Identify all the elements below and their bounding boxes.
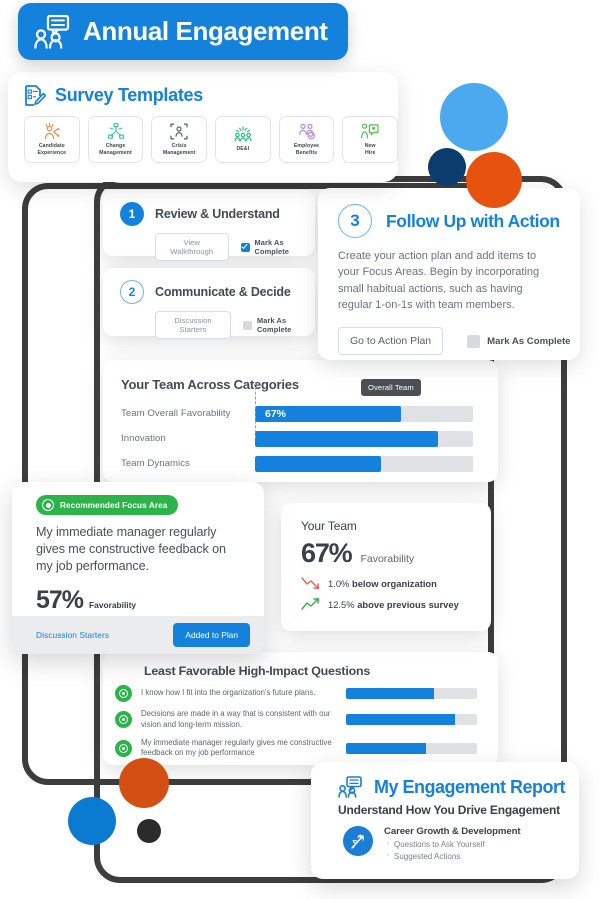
report-bullet: Questions to Ask Yourself bbox=[384, 837, 520, 849]
template-dei[interactable]: DE&I bbox=[215, 116, 271, 163]
template-label: Candidate Experience bbox=[37, 142, 67, 156]
template-employee-benefits[interactable]: Employee Benefits bbox=[278, 116, 335, 163]
recommended-focus-area-card: Recommended Focus Area My immediate mana… bbox=[12, 482, 264, 654]
report-bullet: Suggested Actions bbox=[384, 849, 520, 861]
survey-templates-header: Survey Templates bbox=[8, 72, 398, 107]
change-management-icon bbox=[107, 122, 124, 139]
stat-value: 12.5% bbox=[328, 599, 355, 610]
engagement-report-list: Career Growth & Development Questions to… bbox=[384, 826, 521, 861]
document-checklist-pencil-icon bbox=[25, 85, 46, 106]
mark-complete-label: Mark As Complete bbox=[487, 335, 571, 347]
template-crisis-management[interactable]: Crisis Management bbox=[151, 116, 208, 163]
template-label: Change Management bbox=[99, 142, 132, 156]
decorative-circle-dark-bottom bbox=[137, 819, 161, 843]
screenshot-stage: Your Team Across Categories Team Overall… bbox=[0, 0, 599, 899]
stat-text: 12.5% above previous survey bbox=[328, 599, 459, 610]
engagement-report-subtitle: Understand How You Drive Engagement bbox=[338, 803, 560, 817]
stat-desc: below organization bbox=[351, 578, 437, 589]
focus-score: 57% bbox=[36, 586, 84, 615]
page-title-pill: Annual Engagement bbox=[18, 3, 348, 60]
page-title: Annual Engagement bbox=[83, 16, 328, 46]
template-label: Crisis Management bbox=[162, 142, 196, 156]
people-speech-bubble-icon bbox=[338, 776, 362, 798]
dei-icon bbox=[234, 126, 252, 142]
candidate-experience-icon bbox=[44, 122, 60, 139]
recommended-focus-badge: Recommended Focus Area bbox=[36, 495, 179, 515]
focus-score-row: 57% Favorability bbox=[12, 575, 264, 615]
decorative-circle-navy bbox=[428, 148, 466, 186]
decorative-circle-orange-bottom bbox=[119, 758, 169, 808]
report-section-title: Career Growth & Development bbox=[384, 826, 521, 837]
focus-question: My immediate manager regularly gives me … bbox=[36, 525, 226, 574]
engagement-report-title: My Engagement Report bbox=[374, 776, 566, 797]
engagement-report-section: Career Growth & Development Questions to… bbox=[311, 817, 579, 861]
template-label: Employee Benefits bbox=[293, 142, 320, 156]
trend-down-icon bbox=[301, 577, 320, 590]
step-3-card: 3 Follow Up with Action Create your acti… bbox=[318, 188, 580, 360]
step-3-header: 3 Follow Up with Action bbox=[318, 188, 580, 238]
decorative-circle-blue-bottom bbox=[68, 797, 116, 845]
template-new-hire[interactable]: New Hire bbox=[342, 116, 399, 163]
survey-templates-title: Survey Templates bbox=[55, 85, 203, 105]
stat-above-previous-survey: 12.5% above previous survey bbox=[281, 590, 491, 611]
growth-plant-glyph bbox=[350, 833, 364, 849]
new-hire-icon bbox=[361, 123, 379, 139]
discussion-starters-link[interactable]: Discussion Starters bbox=[36, 630, 109, 640]
your-team-score-row: 67% Favorability bbox=[281, 533, 491, 569]
badge-label: Recommended Focus Area bbox=[60, 500, 168, 510]
template-change-management[interactable]: Change Management bbox=[87, 116, 144, 163]
template-label: New Hire bbox=[364, 142, 376, 156]
step-3-actions: Go to Action Plan Mark As Complete bbox=[318, 313, 580, 356]
your-team-score: 67% bbox=[301, 538, 353, 568]
step-3-body: Create your action plan and add items to… bbox=[338, 250, 540, 311]
decorative-circle-light-blue bbox=[440, 83, 508, 151]
checkbox-unchecked-icon[interactable] bbox=[467, 334, 481, 348]
your-team-score-label: Favorability bbox=[360, 553, 415, 565]
engagement-report-card: My Engagement Report Understand How You … bbox=[311, 762, 579, 879]
step-3-mark-complete[interactable]: Mark As Complete bbox=[467, 334, 571, 348]
stat-text: 1.0% below organization bbox=[328, 578, 437, 589]
survey-templates-card: Survey Templates Candidate Experience Ch… bbox=[8, 72, 399, 182]
growth-plant-icon bbox=[343, 826, 373, 856]
stat-desc: above previous survey bbox=[357, 599, 459, 610]
people-speech-bubble-icon bbox=[34, 14, 70, 49]
your-team-card: Your Team 67% Favorability 1.0% below or… bbox=[281, 503, 491, 631]
employee-benefits-icon bbox=[298, 123, 315, 140]
template-candidate-experience[interactable]: Candidate Experience bbox=[24, 116, 80, 163]
trend-up-icon bbox=[301, 598, 320, 610]
survey-templates-list: Candidate Experience Change Management C… bbox=[8, 107, 399, 163]
decorative-circle-orange-top bbox=[466, 152, 522, 208]
template-label: DE&I bbox=[236, 146, 250, 153]
target-dot-icon bbox=[42, 499, 54, 511]
crisis-management-icon bbox=[170, 123, 188, 140]
stat-below-organization: 1.0% below organization bbox=[281, 569, 491, 590]
engagement-report-header: My Engagement Report bbox=[311, 762, 579, 798]
your-team-title: Your Team bbox=[301, 519, 357, 533]
stat-value: 1.0% bbox=[328, 578, 350, 589]
focus-score-label: Favorability bbox=[89, 600, 137, 611]
step-3-title: Follow Up with Action bbox=[386, 210, 560, 231]
go-to-action-plan-button[interactable]: Go to Action Plan bbox=[338, 327, 444, 356]
step-3-number: 3 bbox=[338, 204, 372, 238]
added-to-plan-button[interactable]: Added to Plan bbox=[173, 623, 250, 647]
focus-card-footer: Discussion Starters Added to Plan bbox=[12, 616, 264, 654]
